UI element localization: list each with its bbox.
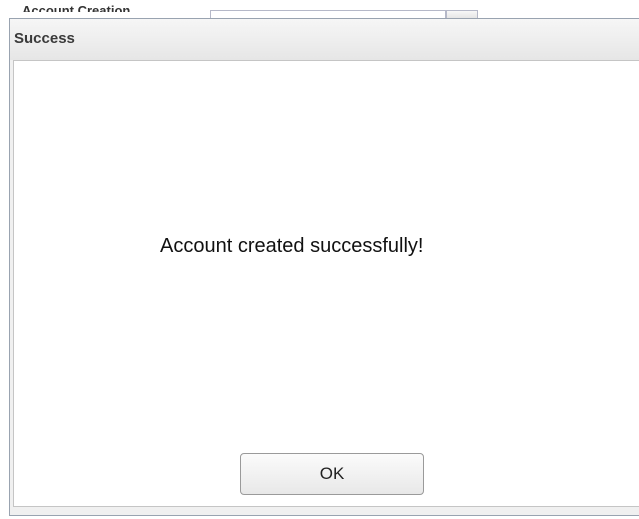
ok-button[interactable]: OK <box>240 453 424 495</box>
success-dialog: Success Account created successfully! OK <box>9 18 639 516</box>
dialog-title: Success <box>14 30 75 47</box>
success-message: Account created successfully! <box>160 235 424 257</box>
dialog-body: Account created successfully! OK <box>13 60 639 507</box>
dialog-header[interactable]: Success <box>10 19 639 60</box>
background-form-label: Account Creation <box>22 4 131 12</box>
